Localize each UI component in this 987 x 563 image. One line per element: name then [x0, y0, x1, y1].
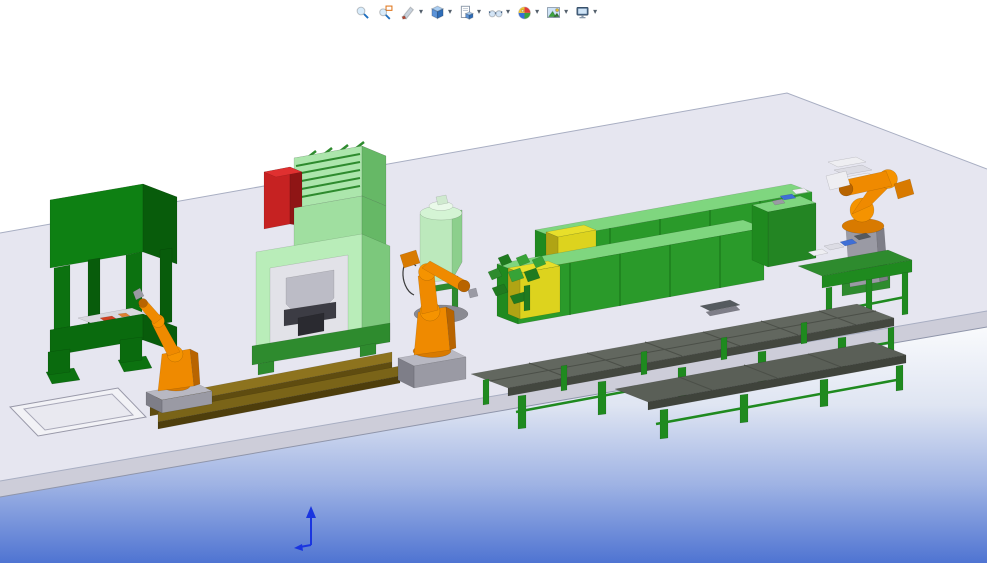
- graphics-viewport[interactable]: [0, 0, 987, 563]
- origin-marker[interactable]: [294, 506, 316, 551]
- view-orientation-dropdown-caret[interactable]: ▾: [447, 2, 453, 22]
- zoom-to-fit-icon: [356, 6, 369, 19]
- floor-platform[interactable]: [0, 92, 987, 498]
- edit-appearance-dropdown-caret[interactable]: ▾: [534, 2, 540, 22]
- apply-scene-icon: [546, 6, 560, 18]
- view-settings-dropdown-caret[interactable]: ▾: [592, 2, 598, 22]
- apply-scene-button[interactable]: [543, 2, 563, 22]
- hide-show-items-dropdown-caret[interactable]: ▾: [505, 2, 511, 22]
- section-view-dropdown-caret[interactable]: ▾: [418, 2, 424, 22]
- view-orientation-button[interactable]: [427, 2, 447, 22]
- view-toolbar: ▾ ▾ ▾ ▾ ▾ ▾ ▾: [352, 2, 598, 22]
- molding-machine[interactable]: [251, 141, 391, 376]
- zoom-to-area-icon: [378, 5, 392, 20]
- view-settings-button[interactable]: [572, 2, 592, 22]
- hide-show-items-button[interactable]: [485, 2, 505, 22]
- zoom-to-fit-button[interactable]: [352, 2, 372, 22]
- display-style-dropdown-caret[interactable]: ▾: [476, 2, 482, 22]
- section-view-button[interactable]: [398, 2, 418, 22]
- section-view-icon: [400, 5, 414, 20]
- edit-appearance-button[interactable]: [514, 2, 534, 22]
- zoom-to-area-button[interactable]: [375, 2, 395, 22]
- robot2-gripper[interactable]: [467, 287, 479, 299]
- display-style-icon: [460, 5, 474, 20]
- hide-show-items-icon: [488, 9, 503, 17]
- display-style-button[interactable]: [456, 2, 476, 22]
- apply-scene-dropdown-caret[interactable]: ▾: [563, 2, 569, 22]
- cabinet-body[interactable]: [767, 202, 817, 268]
- origin-up-arrowhead: [306, 506, 316, 518]
- edit-appearance-icon: [517, 6, 531, 19]
- origin-left-arrowhead: [294, 544, 303, 551]
- view-orientation-icon: [430, 4, 444, 19]
- view-settings-icon: [576, 6, 589, 18]
